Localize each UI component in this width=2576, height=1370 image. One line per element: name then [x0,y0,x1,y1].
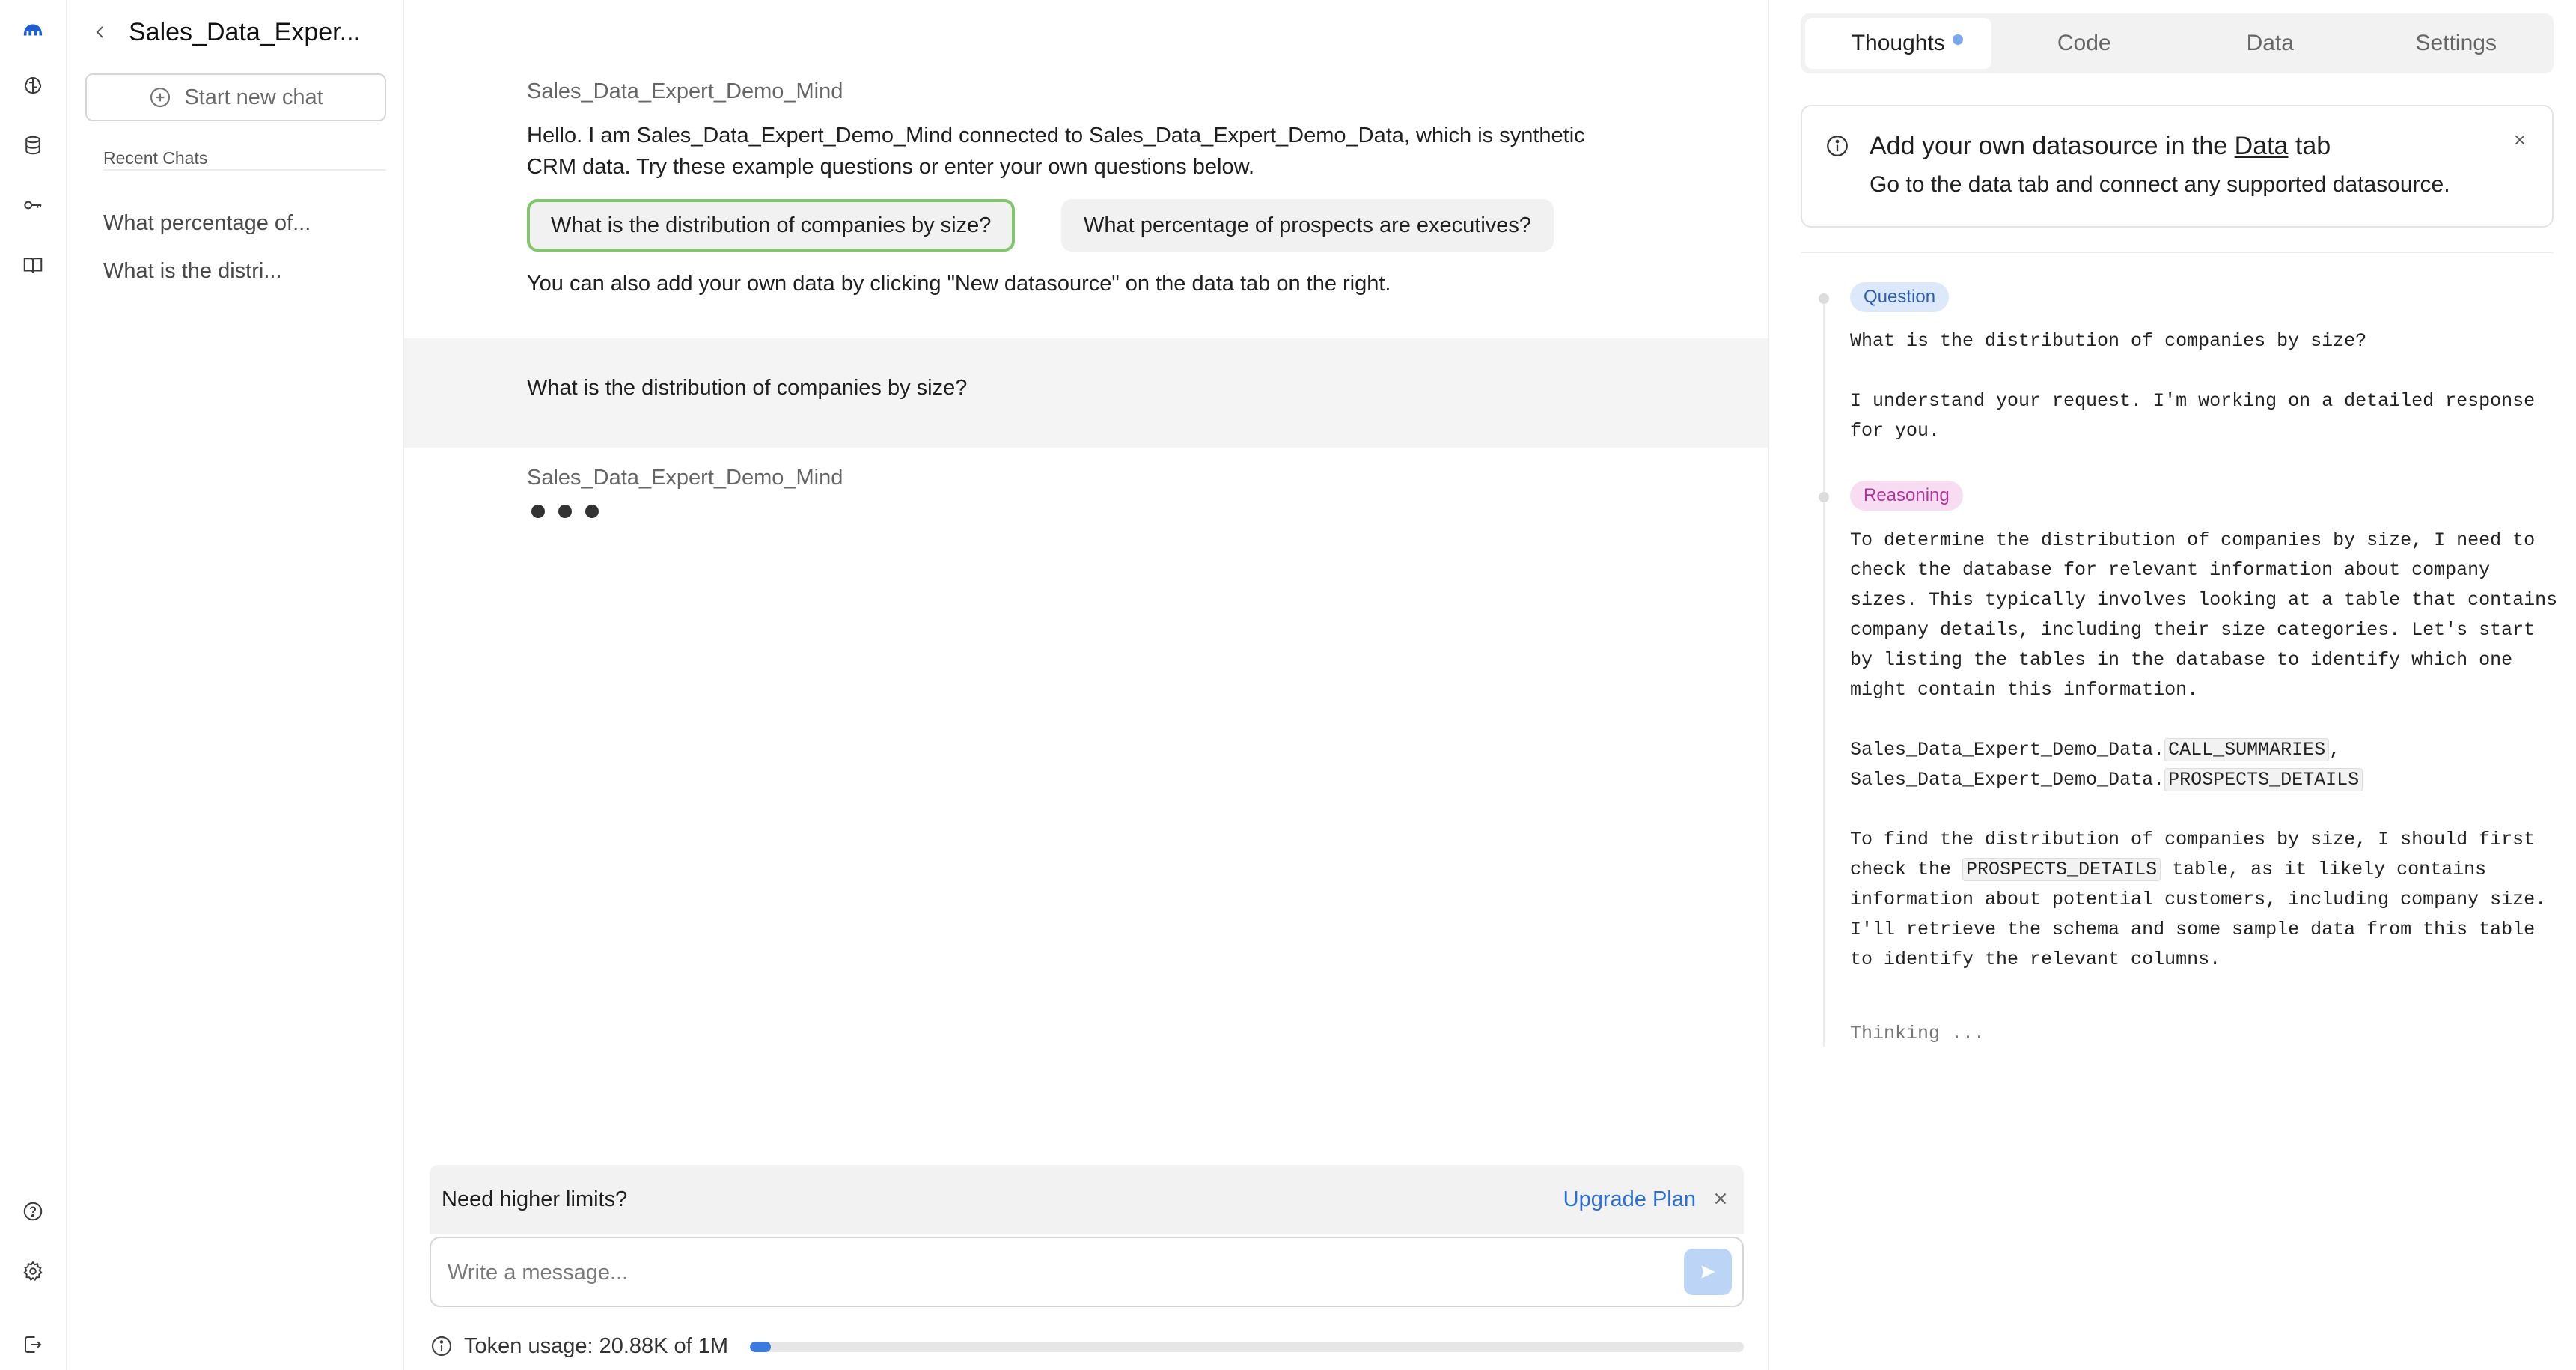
send-button[interactable] [1684,1249,1732,1295]
upgrade-plan-link[interactable]: Upgrade Plan [1563,1187,1696,1212]
thinking-status: Thinking ... [1850,1023,1986,1044]
logo-icon[interactable] [16,13,49,46]
panel-tabs: Thoughts Code Data Settings [1801,13,2554,73]
table-name: CALL_SUMMARIES [2164,738,2330,761]
tab-label: Thoughts [1851,31,1945,55]
user-message: What is the distribution of companies by… [527,376,968,400]
data-tab-link[interactable]: Data [2235,132,2289,160]
datasource-hint: You can also add your own data by clicki… [527,272,1391,296]
close-icon[interactable] [2509,129,2531,151]
tab-settings[interactable]: Settings [2363,18,2550,69]
book-icon[interactable] [16,249,49,281]
acknowledgement-text: I understand your request. I'm working o… [1850,390,2547,442]
tab-label: Data [2246,31,2294,55]
table-prefix: Sales_Data_Expert_Demo_Data. [1850,739,2165,761]
tab-label: Settings [2415,31,2497,55]
key-icon[interactable] [16,189,49,222]
greeting-message: Hello. I am Sales_Data_Expert_Demo_Mind … [527,124,1585,179]
limits-banner: Need higher limits? Upgrade Plan [430,1165,1744,1234]
history-header: Sales_Data_Exper... [88,13,361,51]
help-icon[interactable] [16,1195,49,1228]
typing-dot [531,505,545,518]
info-icon [1825,133,1850,159]
start-new-chat-label: Start new chat [184,85,323,109]
tab-code[interactable]: Code [1991,18,2178,69]
recent-chat-item[interactable]: What percentage of... [103,211,311,236]
datasource-callout-title: Add your own datasource in the Data tab [1870,132,2331,161]
callout-title-text: tab [2288,132,2331,160]
logout-icon[interactable] [16,1328,49,1361]
bot-name: Sales_Data_Expert_Demo_Mind [527,79,843,103]
chat-main: Sales_Data_Expert_Demo_Mind Hello. I am … [404,0,1769,1370]
question-text: What is the distribution of companies by… [1850,330,2367,352]
message-input[interactable] [448,1253,1645,1292]
plus-circle-icon [148,85,172,109]
token-usage-bar [750,1342,1744,1352]
tab-data[interactable]: Data [2177,18,2363,69]
typing-dot [558,505,572,518]
settings-icon[interactable] [16,1255,49,1288]
tab-label: Code [2057,31,2111,55]
reasoning-badge: Reasoning [1850,481,1963,511]
limits-text: Need higher limits? [442,1187,628,1211]
timeline-line [1823,298,1825,1047]
timeline-dot [1819,492,1829,502]
datasource-callout-subtitle: Go to the data tab and connect any suppo… [1870,172,2450,197]
question-badge: Question [1850,282,1950,312]
send-icon [1701,1265,1715,1279]
user-message-row: What is the distribution of companies by… [404,338,1768,448]
suggestion-chip[interactable]: What percentage of prospects are executi… [1061,199,1554,252]
divider [103,169,386,171]
brain-icon[interactable] [16,69,49,102]
recent-chats-heading: Recent Chats [103,148,208,168]
bot-name: Sales_Data_Expert_Demo_Mind [527,466,843,490]
table-name: PROSPECTS_DETAILS [1962,858,2161,881]
typing-dot [585,505,599,518]
icon-rail [0,0,67,1370]
typing-indicator [531,505,599,518]
callout-title-text: Add your own datasource in the [1870,132,2235,160]
info-icon [430,1334,454,1358]
datasource-callout: Add your own datasource in the Data tab … [1801,105,2554,228]
token-usage: Token usage: 20.88K of 1M [430,1331,728,1361]
table-prefix: Sales_Data_Expert_Demo_Data. [1850,769,2165,791]
table-name: PROSPECTS_DETAILS [2164,768,2363,791]
divider [1801,252,2554,253]
notification-dot [1952,34,1963,45]
tab-thoughts[interactable]: Thoughts [1805,18,1991,69]
database-icon[interactable] [16,129,49,162]
close-icon[interactable] [1708,1186,1733,1211]
table-list: Sales_Data_Expert_Demo_Data. CALL_SUMMARI… [1850,735,2569,795]
reasoning-text: To find the distribution of companies by… [1850,825,2569,975]
message-composer [430,1237,1744,1307]
token-usage-fill [750,1342,771,1352]
recent-chat-item[interactable]: What is the distri... [103,259,282,284]
reasoning-text: To determine the distribution of compani… [1850,529,2569,701]
chevron-left-icon[interactable] [88,20,112,44]
right-panel: Thoughts Code Data Settings Add your own… [1771,0,2576,1370]
timeline-dot [1819,293,1829,304]
token-usage-text: Token usage: 20.88K of 1M [464,1333,729,1358]
chat-history-panel: Sales_Data_Exper... Start new chat Recen… [67,0,404,1370]
start-new-chat-button[interactable]: Start new chat [85,73,386,121]
suggestion-chip[interactable]: What is the distribution of companies by… [527,199,1016,252]
mind-title: Sales_Data_Exper... [129,17,361,46]
